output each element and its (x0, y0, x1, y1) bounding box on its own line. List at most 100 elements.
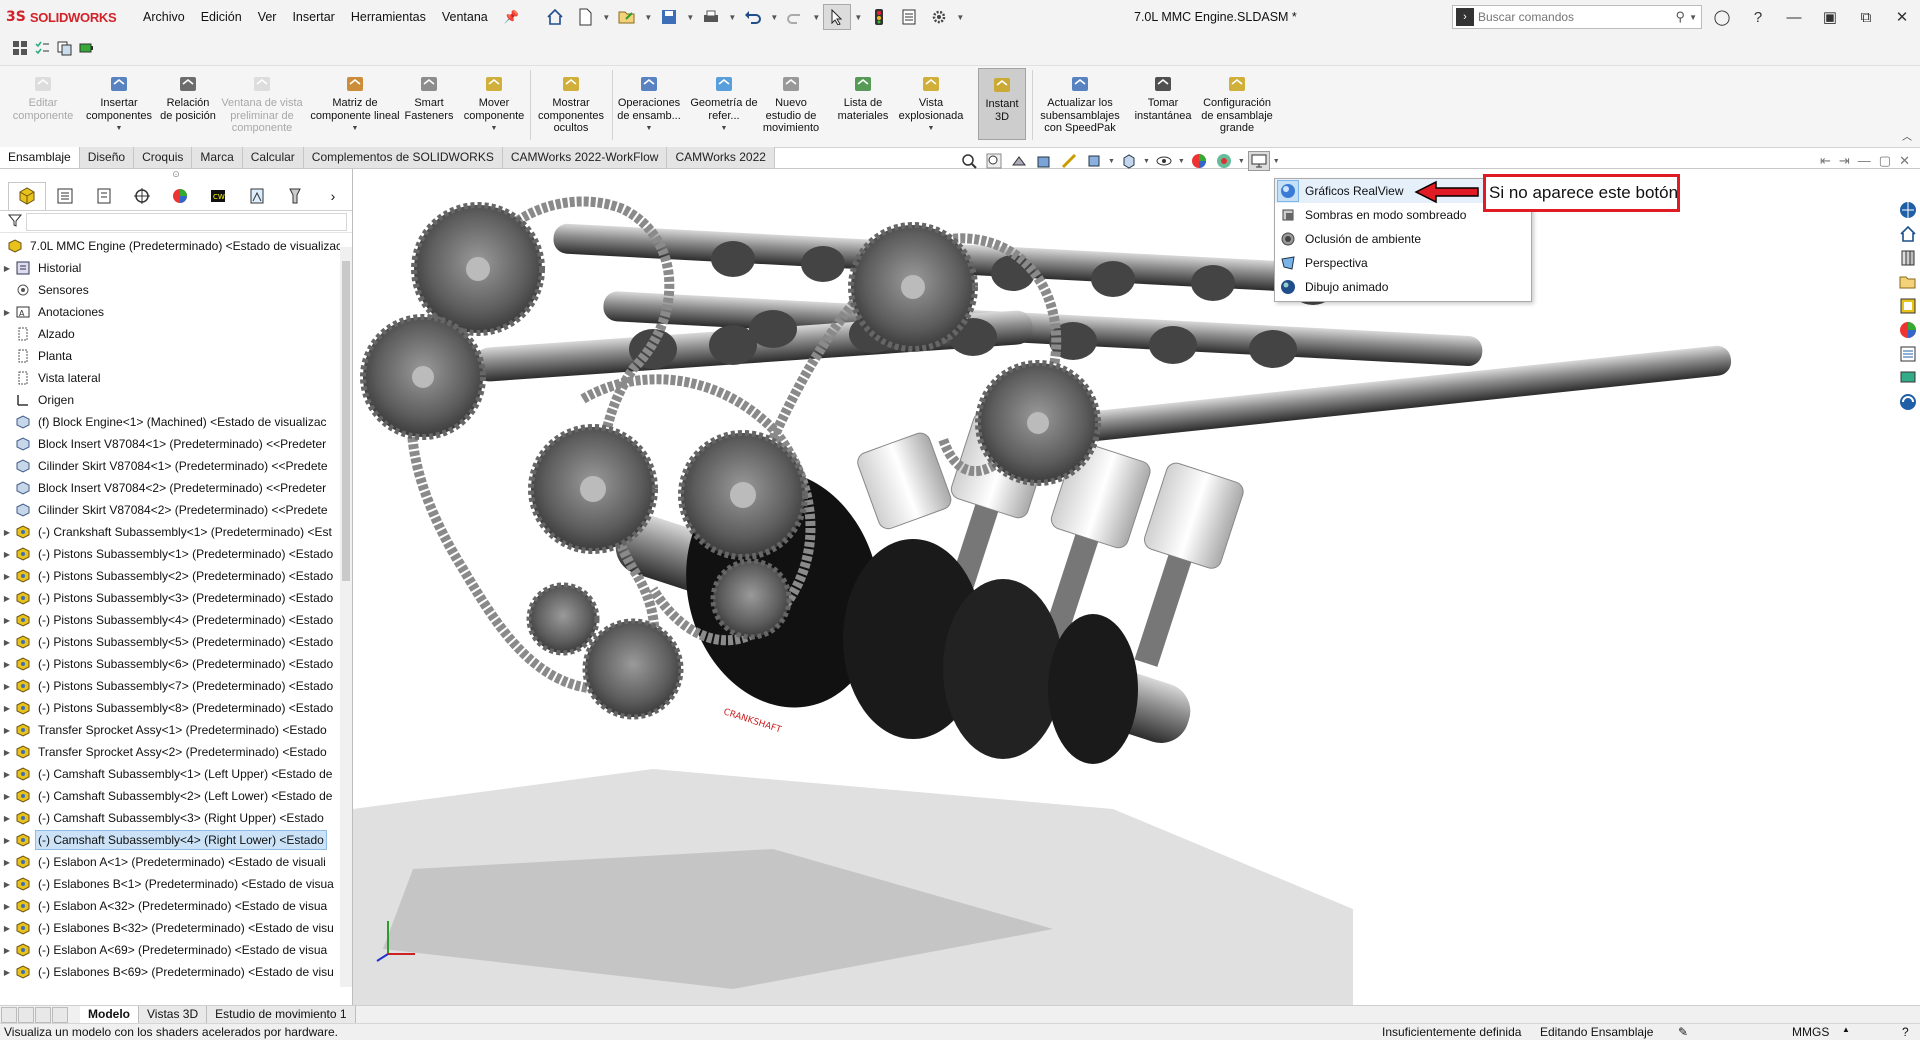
cam-operations-tab-icon[interactable] (237, 182, 275, 210)
tab-modelo[interactable]: Modelo (80, 1006, 139, 1023)
tab-camworks-workflow[interactable]: CAMWorks 2022-WorkFlow (502, 147, 668, 168)
feature-manager-tab-icon[interactable] (8, 181, 47, 210)
tree-item[interactable]: ▶ Transfer Sprocket Assy<2> (Predetermina… (0, 741, 340, 763)
ribbon-dropdown-arrow-icon[interactable]: ▼ (928, 123, 935, 136)
expand-arrow-icon[interactable]: ▶ (0, 726, 14, 735)
expand-arrow-icon[interactable]: ▶ (0, 682, 14, 691)
apply-scene-arrow-icon[interactable]: ▼ (1238, 158, 1245, 165)
help-status-icon[interactable]: ? (1902, 1025, 1909, 1039)
tree-item[interactable]: Sensores (0, 279, 340, 301)
tab-estudio-movimiento[interactable]: Estudio de movimiento 1 (207, 1006, 356, 1023)
search-icon[interactable]: ⚲ (1676, 9, 1686, 25)
property-manager-tab-icon[interactable] (46, 182, 84, 210)
ribbon-mostrar-componentes-ocultos-button[interactable]: Mostrar componentes ocultos (530, 68, 612, 135)
tree-item[interactable]: (f) Block Engine<1> (Machined) <Estado d… (0, 411, 340, 433)
collapse-right-icon[interactable]: ⇥ (1839, 153, 1850, 169)
prev-tab-nav-icon[interactable] (18, 1006, 34, 1023)
file-properties-icon[interactable] (895, 4, 923, 30)
display-style-arrow-icon[interactable]: ▼ (1143, 158, 1150, 165)
hide-show-items-icon[interactable] (1153, 151, 1175, 171)
ribbon-actualizar-los-subensamblajes-con-speedpak-button[interactable]: Actualizar los subensamblajes con SpeedP… (1030, 68, 1130, 135)
display-manager-tab-icon[interactable] (161, 182, 199, 210)
expand-arrow-icon[interactable]: ▶ (0, 968, 14, 977)
viewport-close-icon[interactable]: ✕ (1899, 153, 1910, 169)
expand-arrow-icon[interactable]: ▶ (0, 660, 14, 669)
viewport-minimize-icon[interactable]: — (1858, 153, 1871, 169)
ribbon-editar-componente-button[interactable]: Editar componente (8, 68, 78, 122)
engine-model-render[interactable]: CRANKSHAFT (353, 169, 1895, 1005)
panel-grip[interactable]: ⊙ (0, 169, 352, 181)
print-icon[interactable] (697, 4, 725, 30)
ribbon-ventana-de-vista-preliminar-de-componente-button[interactable]: Ventana de vista preliminar de component… (218, 68, 306, 135)
save-icon[interactable] (655, 4, 683, 30)
expand-arrow-icon[interactable]: ▶ (0, 858, 14, 867)
expand-arrow-icon[interactable]: ▶ (0, 946, 14, 955)
open-arrow-icon[interactable]: ▼ (643, 13, 653, 22)
collapse-ribbon-icon[interactable]: ︿ (1902, 128, 1912, 143)
section-view-icon[interactable] (1033, 151, 1055, 171)
tab-ensamblaje[interactable]: Ensamblaje (0, 147, 80, 168)
hide-show-arrow-icon[interactable]: ▼ (1178, 158, 1185, 165)
expand-arrow-icon[interactable]: ▶ (0, 264, 14, 273)
ribbon-instant-3d-button[interactable]: Instant 3D (978, 68, 1026, 140)
solidworks-resources-icon[interactable] (1898, 199, 1918, 220)
expand-arrow-icon[interactable]: ▶ (0, 836, 14, 845)
tree-scrollbar[interactable] (340, 247, 352, 987)
ribbon-geometría-de-refer-button[interactable]: Geometría de refer... ▼ (690, 68, 758, 136)
first-tab-nav-icon[interactable] (1, 1006, 17, 1023)
scrollbar-thumb[interactable] (342, 261, 350, 581)
tree-root-assembly[interactable]: 7.0L MMC Engine (Predeterminado) <Estado… (0, 235, 340, 257)
dimxpert-tab-icon[interactable] (123, 182, 161, 210)
viewport-restore-icon[interactable]: ▢ (1879, 153, 1891, 169)
tree-item[interactable]: ▶ A Anotaciones (0, 301, 340, 323)
tree-item[interactable]: ▶ (-) Pistons Subassembly<1> (Predetermin… (0, 543, 340, 565)
expand-arrow-icon[interactable]: ▶ (0, 550, 14, 559)
menu-item-cartoon[interactable]: Dibujo animado (1275, 275, 1531, 299)
menu-herramientas[interactable]: Herramientas (343, 0, 434, 34)
tree-item[interactable]: ▶ (-) Pistons Subassembly<7> (Predetermin… (0, 675, 340, 697)
tree-item[interactable]: Planta (0, 345, 340, 367)
dynamic-annotation-icon[interactable] (1058, 151, 1080, 171)
tab-calcular[interactable]: Calcular (242, 147, 304, 168)
zoom-to-area-icon[interactable] (983, 151, 1005, 171)
view-orientation-arrow-icon[interactable]: ▼ (1108, 158, 1115, 165)
last-tab-nav-icon[interactable] (52, 1006, 68, 1023)
tree-item[interactable]: ▶ (-) Pistons Subassembly<2> (Predetermin… (0, 565, 340, 587)
filter-icon[interactable] (7, 213, 23, 230)
pin-icon[interactable]: 📌 (496, 0, 528, 34)
battery-icon[interactable] (78, 40, 94, 59)
ribbon-matriz-de-componente-lineal-button[interactable]: Matriz de componente lineal ▼ (310, 68, 400, 136)
new-arrow-icon[interactable]: ▼ (601, 13, 611, 22)
tree-item[interactable]: ▶ (-) Pistons Subassembly<4> (Predetermin… (0, 609, 340, 631)
ribbon-dropdown-arrow-icon[interactable]: ▼ (352, 123, 359, 136)
select-cursor-icon[interactable] (823, 4, 852, 30)
menu-item-ambient-occlusion[interactable]: Oclusión de ambiente (1275, 227, 1531, 251)
tree-item[interactable]: ▶ (-) Camshaft Subassembly<1> (Left Upper… (0, 763, 340, 785)
more-tabs-chevron-icon[interactable]: › (314, 182, 352, 210)
tree-item[interactable]: ▶ (-) Eslabon A<32> (Predeterminado) <Est… (0, 895, 340, 917)
tree-item[interactable]: ▶ (-) Pistons Subassembly<8> (Predetermin… (0, 697, 340, 719)
ribbon-insertar-componentes-button[interactable]: Insertar componentes ▼ (80, 68, 158, 136)
tree-item[interactable]: Alzado (0, 323, 340, 345)
cam-tab-icon[interactable]: CW (199, 182, 237, 210)
expand-arrow-icon[interactable]: ▶ (0, 902, 14, 911)
search-dropdown-icon[interactable]: ▼ (1689, 13, 1697, 22)
tab-complementos[interactable]: Complementos de SOLIDWORKS (303, 147, 503, 168)
ribbon-vista-explosionada-button[interactable]: Vista explosionada ▼ (899, 68, 963, 136)
home-pane-icon[interactable] (1898, 223, 1918, 244)
options-gear-icon[interactable] (925, 4, 953, 30)
ribbon-smart-fasteners-button[interactable]: Smart Fasteners (402, 68, 456, 122)
expand-arrow-icon[interactable]: ▶ (0, 704, 14, 713)
tree-item[interactable]: ▶ (-) Pistons Subassembly<3> (Predetermin… (0, 587, 340, 609)
ribbon-dropdown-arrow-icon[interactable]: ▼ (116, 123, 123, 136)
tree-item[interactable]: ▶ (-) Crankshaft Subassembly<1> (Predeter… (0, 521, 340, 543)
tree-item[interactable]: ▶ (-) Eslabon A<69> (Predeterminado) <Est… (0, 939, 340, 961)
previous-view-icon[interactable] (1008, 151, 1030, 171)
expand-arrow-icon[interactable]: ▶ (0, 814, 14, 823)
tree-item[interactable]: ▶ Historial (0, 257, 340, 279)
ribbon-dropdown-arrow-icon[interactable]: ▼ (721, 123, 728, 136)
tab-croquis[interactable]: Croquis (134, 147, 193, 168)
status-units[interactable]: MMGS (1792, 1025, 1829, 1039)
tree-item[interactable]: ▶ (-) Eslabones B<1> (Predeterminado) <Es… (0, 873, 340, 895)
tab-diseno[interactable]: Diseño (79, 147, 135, 168)
